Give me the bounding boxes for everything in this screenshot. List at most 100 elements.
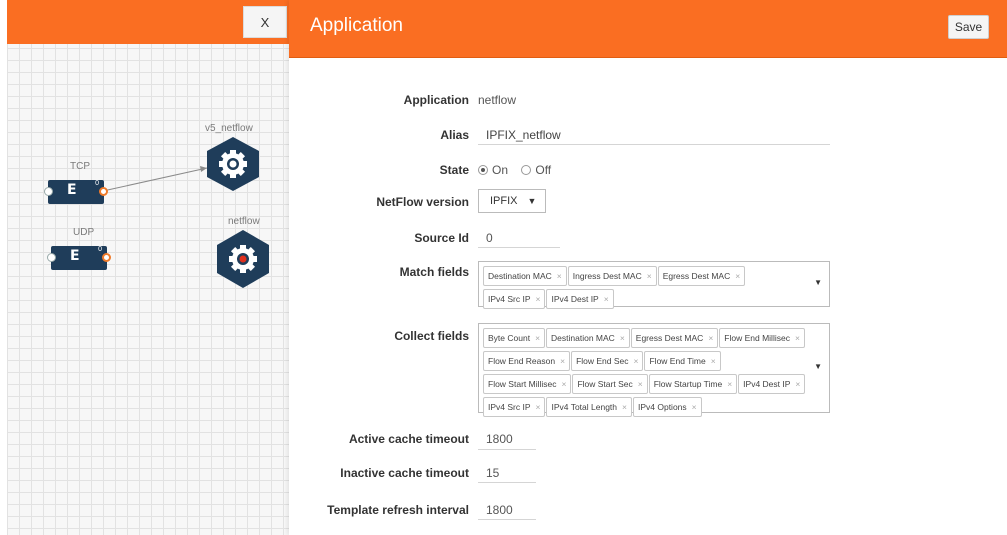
field-tag[interactable]: IPv4 Total Length × (546, 397, 632, 417)
tcp-input-port[interactable] (44, 187, 53, 196)
field-tag[interactable]: Flow End Millisec × (719, 328, 805, 348)
template-refresh-interval-label: Template refresh interval (327, 503, 469, 517)
remove-tag-icon[interactable]: × (604, 294, 609, 304)
field-tag[interactable]: Destination MAC × (546, 328, 630, 348)
field-tag[interactable]: IPv4 Src IP × (483, 397, 546, 417)
inactive-cache-timeout-input[interactable]: 15 (486, 466, 499, 480)
remove-tag-icon[interactable]: × (536, 402, 541, 412)
alias-input[interactable]: IPFIX_netflow (486, 128, 561, 142)
udp-gigastream-node[interactable]: E 0 (47, 246, 111, 270)
gigastream-icon: E (70, 248, 80, 264)
active-cache-timeout-input[interactable]: 1800 (486, 432, 513, 446)
page-title: Application (310, 15, 403, 36)
topology-canvas[interactable]: TCP E 0 UDP E 0 v5_netflow netflow (7, 0, 289, 535)
tcp-gigastream-node[interactable]: E 0 (44, 180, 108, 204)
field-tag-label: Destination MAC (551, 333, 615, 343)
active-cache-timeout-label: Active cache timeout (348, 432, 469, 446)
tcp-node-label: TCP (70, 161, 90, 172)
chevron-down-icon: ▼ (814, 278, 822, 287)
state-radio-group: On Off (478, 163, 551, 177)
application-panel: Application Save Application netflow Ali… (289, 0, 1007, 535)
remove-tag-icon[interactable]: × (620, 333, 625, 343)
field-tag-label: IPv4 Src IP (488, 294, 531, 304)
source-id-input[interactable]: 0 (486, 231, 493, 245)
field-tag-label: Flow End Reason (488, 356, 556, 366)
collect-fields-label: Collect fields (394, 329, 469, 343)
field-tag[interactable]: Egress Dest MAC × (630, 328, 719, 348)
source-id-underline (478, 247, 560, 248)
gear-icon (219, 150, 247, 178)
remove-tag-icon[interactable]: × (557, 271, 562, 281)
field-tag[interactable]: IPv4 Src IP × (483, 289, 546, 309)
remove-tag-icon[interactable]: × (735, 271, 740, 281)
application-value: netflow (478, 93, 517, 107)
remove-tag-icon[interactable]: × (795, 333, 800, 343)
field-tag[interactable]: Byte Count × (483, 328, 546, 348)
chevron-down-icon: ▼ (814, 362, 822, 371)
field-tag[interactable]: Flow End Sec × (571, 351, 644, 371)
close-button[interactable]: X (243, 6, 287, 38)
alias-label: Alias (440, 128, 469, 142)
field-tag[interactable]: Flow Start Sec × (572, 374, 648, 394)
field-tag[interactable]: Flow End Reason × (483, 351, 571, 371)
port-number: 0 (95, 180, 99, 187)
remove-tag-icon[interactable]: × (536, 294, 541, 304)
match-fields-multiselect[interactable]: Destination MAC × Ingress Dest MAC × Egress … (478, 261, 830, 309)
save-button[interactable]: Save (948, 15, 989, 39)
gigastream-icon: E (67, 182, 77, 198)
state-on-radio[interactable] (478, 165, 488, 175)
field-tag[interactable]: Egress Dest MAC × (657, 266, 746, 286)
remove-tag-icon[interactable]: × (647, 271, 652, 281)
udp-output-port[interactable] (102, 253, 111, 262)
field-tag[interactable]: IPv4 Options × (632, 397, 702, 417)
remove-tag-icon[interactable]: × (535, 333, 540, 343)
field-tag-label: Egress Dest MAC (662, 271, 731, 281)
remove-tag-icon[interactable]: × (561, 379, 566, 389)
v5-netflow-app-node[interactable] (203, 135, 263, 193)
tcp-output-port[interactable] (99, 187, 108, 196)
collect-fields-multiselect[interactable]: Byte Count × Destination MAC × Egress Dest M… (478, 323, 830, 417)
remove-tag-icon[interactable]: × (622, 402, 627, 412)
match-fields-label: Match fields (399, 265, 469, 279)
field-tag-label: Egress Dest MAC (635, 333, 704, 343)
remove-tag-icon[interactable]: × (692, 402, 697, 412)
field-tag[interactable]: Ingress Dest MAC × (567, 266, 657, 286)
remove-tag-icon[interactable]: × (638, 379, 643, 389)
remove-tag-icon[interactable]: × (727, 379, 732, 389)
template-refresh-interval-underline (478, 519, 536, 520)
field-tag-label: Byte Count (488, 333, 531, 343)
field-tag-label: Flow End Millisec (724, 333, 790, 343)
field-tag[interactable]: Destination MAC × (483, 266, 567, 286)
field-tag-label: IPv4 Dest IP (551, 294, 599, 304)
udp-input-port[interactable] (47, 253, 56, 262)
remove-tag-icon[interactable]: × (708, 333, 713, 343)
field-tag[interactable]: IPv4 Dest IP × (738, 374, 806, 394)
application-label: Application (403, 93, 469, 107)
remove-tag-icon[interactable]: × (795, 379, 800, 389)
field-tag-label: Ingress Dest MAC (572, 271, 642, 281)
field-tag-label: Flow End Time (649, 356, 706, 366)
state-off-radio[interactable] (521, 165, 532, 175)
source-id-label: Source Id (414, 231, 469, 245)
field-tag-label: IPv4 Options (637, 402, 687, 412)
tcp-to-v5-connection (102, 167, 208, 192)
field-tag[interactable]: Flow End Time × (644, 351, 721, 371)
remove-tag-icon[interactable]: × (711, 356, 716, 366)
state-on-label: On (492, 163, 509, 177)
netflow-app-node-selected[interactable] (214, 228, 272, 290)
field-tag[interactable]: Flow Startup Time × (648, 374, 738, 394)
field-tag[interactable]: Flow Start Millisec × (483, 374, 572, 394)
template-refresh-interval-input[interactable]: 1800 (486, 503, 513, 517)
netflow-version-select[interactable]: IPFIX ▼ (478, 189, 546, 213)
gear-icon (229, 245, 257, 273)
inactive-cache-timeout-underline (478, 482, 536, 483)
field-tag-label: IPv4 Src IP (488, 402, 531, 412)
v5-netflow-label: v5_netflow (205, 123, 253, 134)
field-tag-label: Flow Startup Time (653, 379, 723, 389)
field-tag-label: IPv4 Total Length (551, 402, 618, 412)
remove-tag-icon[interactable]: × (634, 356, 639, 366)
close-icon: X (260, 14, 270, 30)
remove-tag-icon[interactable]: × (560, 356, 565, 366)
netflow-version-label: NetFlow version (376, 195, 469, 209)
field-tag[interactable]: IPv4 Dest IP × (546, 289, 614, 309)
